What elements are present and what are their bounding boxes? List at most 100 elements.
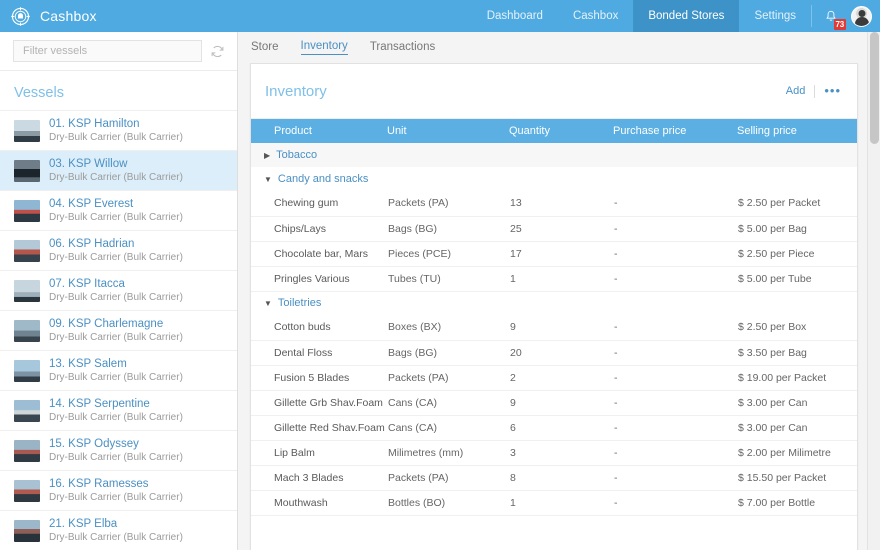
vessel-item-21-ksp-elba[interactable]: 21. KSP Elba Dry-Bulk Carrier (Bulk Carr… [0, 510, 237, 550]
add-button[interactable]: Add [786, 85, 806, 97]
vessel-thumbnail-icon [14, 440, 40, 462]
table-row[interactable]: Mouthwash Bottles (BO) 1 - $ 7.00 per Bo… [251, 490, 857, 515]
table-row[interactable]: Gillette Grb Shav.Foam Cans (CA) 9 - $ 3… [251, 390, 857, 415]
vessel-item-15-ksp-odyssey[interactable]: 15. KSP Odyssey Dry-Bulk Carrier (Bulk C… [0, 430, 237, 470]
vessel-thumbnail-icon [14, 400, 40, 422]
table-row[interactable]: Chewing gum Packets (PA) 13 - $ 2.50 per… [251, 191, 857, 216]
cell-product: Pringles Various [251, 266, 387, 291]
cell-quantity: 2 [509, 365, 613, 390]
vessel-thumbnail-icon [14, 120, 40, 142]
vessel-item-07-ksp-itacca[interactable]: 07. KSP Itacca Dry-Bulk Carrier (Bulk Ca… [0, 270, 237, 310]
category-row-tobacco[interactable]: ▶Tobacco [251, 143, 857, 167]
tab-store[interactable]: Store [251, 41, 279, 55]
column-header-unit[interactable]: Unit [387, 119, 509, 143]
sidebar-heading: Vessels [0, 71, 237, 110]
table-row[interactable]: Pringles Various Tubes (TU) 1 - $ 5.00 p… [251, 266, 857, 291]
filter-row [0, 32, 237, 71]
scrollbar-thumb[interactable] [870, 32, 879, 144]
cell-selling-price: $ 5.00 per Bag [737, 216, 857, 241]
user-menu-button[interactable] [849, 0, 880, 32]
cell-unit: Boxes (BX) [387, 315, 509, 340]
table-row[interactable]: Chips/Lays Bags (BG) 25 - $ 5.00 per Bag [251, 216, 857, 241]
cell-quantity: 25 [509, 216, 613, 241]
table-header-row: Product Unit Quantity Purchase price Sel… [251, 119, 857, 143]
cell-product: Chewing gum [251, 191, 387, 216]
vessel-type: Dry-Bulk Carrier (Bulk Carrier) [49, 531, 183, 544]
nav-item-cashbox[interactable]: Cashbox [558, 0, 633, 32]
table-row[interactable]: Mach 3 Blades Packets (PA) 8 - $ 15.50 p… [251, 465, 857, 490]
vessel-type: Dry-Bulk Carrier (Bulk Carrier) [49, 171, 183, 184]
vessel-name: 21. KSP Elba [49, 517, 183, 531]
inventory-card: Inventory Add ••• Product Unit Quantity … [250, 63, 858, 550]
vessel-item-14-ksp-serpentine[interactable]: 14. KSP Serpentine Dry-Bulk Carrier (Bul… [0, 390, 237, 430]
cell-product: Mach 3 Blades [251, 465, 387, 490]
column-header-selling-price[interactable]: Selling price [737, 119, 857, 143]
tab-transactions[interactable]: Transactions [370, 41, 435, 55]
vessel-thumbnail-icon [14, 280, 40, 302]
card-header: Inventory Add ••• [251, 64, 857, 119]
nav-item-settings[interactable]: Settings [739, 0, 811, 32]
target-compass-icon [10, 6, 31, 27]
nav-item-bonded-stores[interactable]: Bonded Stores [633, 0, 739, 32]
notifications-button[interactable]: 73 [812, 0, 849, 32]
vessel-item-16-ksp-ramesses[interactable]: 16. KSP Ramesses Dry-Bulk Carrier (Bulk … [0, 470, 237, 510]
table-body: ▶Tobacco ▼Candy and snacks Chewing gum P… [251, 143, 857, 515]
cell-unit: Bags (BG) [387, 216, 509, 241]
cell-quantity: 13 [509, 191, 613, 216]
top-navigation-bar: Cashbox Dashboard Cashbox Bonded Stores … [0, 0, 880, 32]
cell-purchase-price: - [613, 241, 737, 266]
category-label: Tobacco [276, 149, 317, 161]
vessel-item-09-ksp-charlemagne[interactable]: 09. KSP Charlemagne Dry-Bulk Carrier (Bu… [0, 310, 237, 350]
cell-selling-price: $ 3.00 per Can [737, 415, 857, 440]
cell-unit: Cans (CA) [387, 415, 509, 440]
table-header: Product Unit Quantity Purchase price Sel… [251, 119, 857, 143]
refresh-icon[interactable] [210, 44, 225, 59]
column-header-quantity[interactable]: Quantity [509, 119, 613, 143]
vessel-type: Dry-Bulk Carrier (Bulk Carrier) [49, 211, 183, 224]
brand-title: Cashbox [40, 8, 97, 24]
vessel-item-01-ksp-hamilton[interactable]: 01. KSP Hamilton Dry-Bulk Carrier (Bulk … [0, 110, 237, 150]
table-row[interactable]: Gillette Red Shav.Foam Cans (CA) 6 - $ 3… [251, 415, 857, 440]
vessel-thumbnail-icon [14, 240, 40, 262]
application-window: Cashbox Dashboard Cashbox Bonded Stores … [0, 0, 880, 550]
cell-product: Cotton buds [251, 315, 387, 340]
category-row-toiletries[interactable]: ▼Toiletries [251, 291, 857, 315]
column-header-product[interactable]: Product [251, 119, 387, 143]
table-row[interactable]: Chocolate bar, Mars Pieces (PCE) 17 - $ … [251, 241, 857, 266]
cell-selling-price: $ 3.50 per Bag [737, 340, 857, 365]
chevron-down-icon: ▼ [264, 175, 272, 184]
column-header-purchase-price[interactable]: Purchase price [613, 119, 737, 143]
table-row[interactable]: Cotton buds Boxes (BX) 9 - $ 2.50 per Bo… [251, 315, 857, 340]
table-row[interactable]: Lip Balm Milimetres (mm) 3 - $ 2.00 per … [251, 440, 857, 465]
cell-purchase-price: - [613, 216, 737, 241]
cell-purchase-price: - [613, 490, 737, 515]
more-options-button[interactable]: ••• [824, 87, 841, 95]
cell-purchase-price: - [613, 365, 737, 390]
cell-purchase-price: - [613, 191, 737, 216]
vessel-name: 13. KSP Salem [49, 357, 183, 371]
cell-selling-price: $ 2.00 per Milimetre [737, 440, 857, 465]
top-nav-items: Dashboard Cashbox Bonded Stores Settings… [472, 0, 880, 32]
category-row-candy-and-snacks[interactable]: ▼Candy and snacks [251, 167, 857, 191]
inventory-table: Product Unit Quantity Purchase price Sel… [251, 119, 857, 516]
vessel-item-03-ksp-willow[interactable]: 03. KSP Willow Dry-Bulk Carrier (Bulk Ca… [0, 150, 237, 190]
cell-quantity: 6 [509, 415, 613, 440]
search-input[interactable] [13, 40, 202, 62]
nav-item-dashboard[interactable]: Dashboard [472, 0, 558, 32]
vessel-item-06-ksp-hadrian[interactable]: 06. KSP Hadrian Dry-Bulk Carrier (Bulk C… [0, 230, 237, 270]
cell-purchase-price: - [613, 315, 737, 340]
vessel-item-04-ksp-everest[interactable]: 04. KSP Everest Dry-Bulk Carrier (Bulk C… [0, 190, 237, 230]
table-row[interactable]: Dental Floss Bags (BG) 20 - $ 3.50 per B… [251, 340, 857, 365]
cell-product: Chips/Lays [251, 216, 387, 241]
brand-area[interactable]: Cashbox [0, 0, 97, 32]
vessel-name: 14. KSP Serpentine [49, 397, 183, 411]
vessel-item-13-ksp-salem[interactable]: 13. KSP Salem Dry-Bulk Carrier (Bulk Car… [0, 350, 237, 390]
content-tabs: Store Inventory Transactions [238, 32, 880, 63]
table-row[interactable]: Fusion 5 Blades Packets (PA) 2 - $ 19.00… [251, 365, 857, 390]
cell-purchase-price: - [613, 440, 737, 465]
page-scrollbar[interactable] [867, 32, 880, 550]
cell-unit: Tubes (TU) [387, 266, 509, 291]
cell-unit: Bags (BG) [387, 340, 509, 365]
tab-inventory[interactable]: Inventory [301, 40, 348, 55]
cell-quantity: 3 [509, 440, 613, 465]
